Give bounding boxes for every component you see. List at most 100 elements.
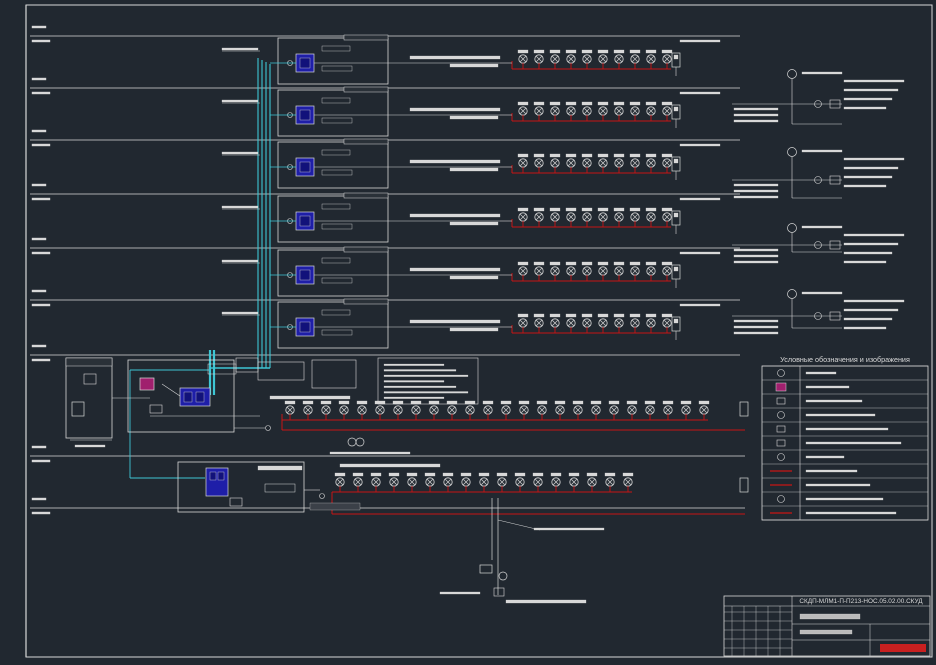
note-line [383,396,445,399]
legend-text [805,399,863,403]
fixture-tag [645,261,657,266]
fixture-tag [517,101,529,106]
legend-table: Условные обозначения и изображения [761,355,929,521]
fixture-tag [629,49,641,54]
main-controller-core [195,391,205,403]
fixture [565,49,577,69]
cable-riser [129,58,271,479]
node-label [843,79,905,83]
fixture [565,313,577,333]
fixture-tag [482,400,494,405]
node-label [843,308,899,312]
end-panel [739,401,749,417]
legend-text [805,469,858,473]
legend-symbol [776,425,786,433]
label-box [264,483,296,493]
legend-title: Условные обозначения и изображения [780,355,910,364]
feed-label [221,205,259,209]
fixture-tag [581,101,593,106]
legend-symbol [777,369,785,377]
fixture-tag [662,400,674,405]
label-box [309,502,361,511]
fixture [374,400,386,420]
cabinet-frame [277,195,389,243]
terminal [319,493,325,499]
fixture-tag [597,49,609,54]
node-label [843,88,899,92]
label-box [257,465,303,471]
floor-group [221,34,721,85]
stamp-icon [880,644,926,652]
note-line [383,363,445,366]
fixture-tag [518,400,530,405]
magenta-device [139,377,155,391]
fixture-tag [517,207,529,212]
fixture [581,207,593,227]
fixture [597,101,609,121]
guard-monitor [71,401,85,417]
cabinet-frame [277,301,389,349]
fixture-tag [597,101,609,106]
cable-label [329,451,411,455]
legend-text [805,385,850,389]
fixture [517,313,529,333]
fixture-tag [581,261,593,266]
floor-mark [31,358,51,362]
fixture-tag [549,49,561,54]
fixture [645,313,657,333]
fixture [565,207,577,227]
feed-label [221,47,259,51]
fixture [613,49,625,69]
detail-nodes [732,69,905,335]
fixture [424,472,436,492]
fixture-tag [645,101,657,106]
legend-symbol [777,453,785,461]
fixture-tag [536,400,548,405]
terminal [265,425,271,431]
fixture-tag [581,313,593,318]
note-line [383,380,445,383]
fixture [613,261,625,281]
floor-mark [31,129,47,133]
fixture-tag [410,400,422,405]
fixture [446,400,458,420]
lower-controller [205,467,229,497]
fixture-tag [613,153,625,158]
fixture-body [347,437,357,447]
fixture-tag [500,400,512,405]
cable-label [449,275,499,280]
fixture-tag [428,400,440,405]
power-supply [149,404,163,414]
cabinet-title [343,246,389,253]
fixture-tag [424,472,436,477]
fixture-tag [661,153,673,158]
node-label [733,319,779,323]
fixture [533,101,545,121]
fixture-tag [613,313,625,318]
fixture-tag [549,101,561,106]
lower-controller-core [217,471,225,481]
guard-post-title [65,357,113,367]
fixture [514,472,526,492]
note-line [383,369,457,372]
fixture [629,313,641,333]
node-label [843,326,887,330]
fixture-tag [565,49,577,54]
floor-group [221,86,721,137]
fixture-tag [514,472,526,477]
fixture-tag [581,49,593,54]
floor-mark [31,459,51,463]
label-box [321,329,353,336]
note-frame [257,361,305,381]
fixture-tag [565,101,577,106]
fixture [284,400,296,420]
fixture [661,261,673,281]
fixture [613,153,625,173]
feed-label [221,151,259,155]
floor-mark [31,183,47,187]
note-line [383,391,469,394]
fixture [554,400,566,420]
fixture-tag [590,400,602,405]
fixture [661,49,673,69]
legend-text [805,455,845,459]
